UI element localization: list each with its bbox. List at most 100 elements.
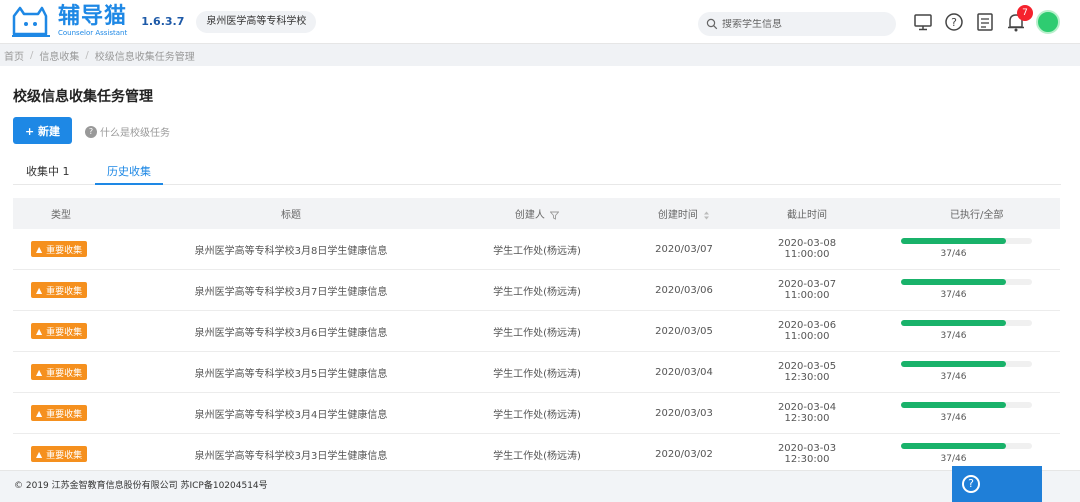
logo-title: 辅导猫 xyxy=(58,4,128,29)
table-row[interactable]: ▲ 重要收集 泉州医学高等专科学校3月7日学生健康信息 学生工作处(杨远涛) 2… xyxy=(13,270,1060,311)
task-table: 类型 标题 创建人 创建时间 截止时间 已执行/全部 ▲ 重要收集 泉州医学高等… xyxy=(13,198,1060,475)
progress-bar: 37/46 xyxy=(901,234,1032,264)
deadline-cell: 2020-03-06 11:00:00 xyxy=(777,320,837,342)
progress-track xyxy=(901,361,1032,367)
table-row[interactable]: ▲ 重要收集 泉州医学高等专科学校3月8日学生健康信息 学生工作处(杨远涛) 2… xyxy=(13,229,1060,270)
created-cell: 2020/03/05 xyxy=(655,325,713,337)
progress-text: 37/46 xyxy=(940,290,967,300)
bell-icon[interactable]: 7 xyxy=(1005,5,1033,33)
breadcrumb-info-collect[interactable]: 信息收集 xyxy=(39,48,79,63)
task-title[interactable]: 泉州医学高等专科学校3月6日学生健康信息 xyxy=(113,324,469,339)
type-cell: ▲ 重要收集 xyxy=(13,282,113,298)
progress-track xyxy=(901,402,1032,408)
type-tag-label: 重要收集 xyxy=(46,409,83,420)
type-tag-label: 重要收集 xyxy=(46,286,83,297)
breadcrumb-current: 校级信息收集任务管理 xyxy=(94,51,195,63)
progress-fill xyxy=(901,279,1006,285)
progress-text: 37/46 xyxy=(940,249,967,259)
student-search[interactable] xyxy=(698,12,896,36)
collection-tabs: 收集中 1 历史收集 xyxy=(13,156,1061,185)
help-link-text: 什么是校级任务 xyxy=(100,128,170,139)
table-row[interactable]: ▲ 重要收集 泉州医学高等专科学校3月3日学生健康信息 学生工作处(杨远涛) 2… xyxy=(13,434,1060,475)
table-row[interactable]: ▲ 重要收集 泉州医学高等专科学校3月4日学生健康信息 学生工作处(杨远涛) 2… xyxy=(13,393,1060,434)
send-icon: ▲ xyxy=(36,244,43,254)
progress-cell: 37/46 xyxy=(851,275,1060,305)
progress-bar: 37/46 xyxy=(901,357,1032,387)
progress-bar: 37/46 xyxy=(901,275,1032,305)
tab-history[interactable]: 历史收集 xyxy=(107,163,151,179)
checklist-icon[interactable] xyxy=(974,11,996,33)
type-cell: ▲ 重要收集 xyxy=(13,241,113,257)
creator-cell: 学生工作处(杨远涛) xyxy=(493,245,581,257)
progress-cell: 37/46 xyxy=(851,439,1060,469)
new-task-button[interactable]: + 新建 xyxy=(13,117,72,144)
creator-cell: 学生工作处(杨远涛) xyxy=(493,450,581,462)
created-cell: 2020/03/04 xyxy=(655,366,713,378)
task-title[interactable]: 泉州医学高等专科学校3月5日学生健康信息 xyxy=(113,365,469,380)
task-title[interactable]: 泉州医学高等专科学校3月7日学生健康信息 xyxy=(113,283,469,298)
type-cell: ▲ 重要收集 xyxy=(13,446,113,462)
logo-subtitle: Counselor Assistant xyxy=(58,29,128,37)
header-creator-label: 创建人 xyxy=(514,210,545,221)
table-row[interactable]: ▲ 重要收集 泉州医学高等专科学校3月6日学生健康信息 学生工作处(杨远涛) 2… xyxy=(13,311,1060,352)
progress-track xyxy=(901,320,1032,326)
table-row[interactable]: ▲ 重要收集 泉州医学高等专科学校3月5日学生健康信息 学生工作处(杨远涛) 2… xyxy=(13,352,1060,393)
app-logo[interactable]: 辅导猫 Counselor Assistant xyxy=(10,4,127,40)
version-label: 1.6.3.7 xyxy=(141,15,185,28)
created-cell: 2020/03/07 xyxy=(655,243,713,255)
header-deadline: 截止时间 xyxy=(787,210,827,221)
deadline-cell: 2020-03-05 12:30:00 xyxy=(777,361,837,383)
progress-cell: 37/46 xyxy=(851,357,1060,387)
creator-cell: 学生工作处(杨远涛) xyxy=(493,368,581,380)
question-icon: ? xyxy=(85,125,97,138)
progress-bar: 37/46 xyxy=(901,439,1032,469)
search-icon xyxy=(706,18,718,30)
cat-logo-icon xyxy=(12,6,50,37)
header-creator[interactable]: 创建人 xyxy=(469,206,605,221)
header-progress: 已执行/全部 xyxy=(950,210,1004,221)
progress-fill xyxy=(901,402,1006,408)
school-selector[interactable]: 泉州医学高等专科学校 xyxy=(196,10,317,33)
avatar[interactable] xyxy=(1036,10,1060,34)
progress-fill xyxy=(901,443,1006,449)
progress-text: 37/46 xyxy=(940,331,967,341)
progress-text: 37/46 xyxy=(940,372,967,382)
progress-bar: 37/46 xyxy=(901,316,1032,346)
creator-cell: 学生工作处(杨远涛) xyxy=(493,327,581,339)
progress-text: 37/46 xyxy=(940,413,967,423)
search-input[interactable] xyxy=(722,18,882,30)
task-title[interactable]: 泉州医学高等专科学校3月4日学生健康信息 xyxy=(113,406,469,421)
progress-track xyxy=(901,443,1032,449)
progress-track xyxy=(901,279,1032,285)
floating-help-button[interactable]: ? xyxy=(952,466,1042,502)
breadcrumb: 首页 / 信息收集 / 校级信息收集任务管理 xyxy=(0,44,1080,66)
important-tag: ▲ 重要收集 xyxy=(31,446,88,462)
type-tag-label: 重要收集 xyxy=(46,245,83,256)
progress-cell: 37/46 xyxy=(851,398,1060,428)
header-created[interactable]: 创建时间 xyxy=(605,206,763,221)
tab-collecting[interactable]: 收集中 1 xyxy=(26,163,70,179)
created-cell: 2020/03/06 xyxy=(655,284,713,296)
sort-icon[interactable] xyxy=(703,211,710,220)
send-icon: ▲ xyxy=(36,367,43,377)
help-icon[interactable]: ? xyxy=(943,11,965,33)
progress-cell: 37/46 xyxy=(851,316,1060,346)
header-type: 类型 xyxy=(51,210,71,221)
school-task-help-link[interactable]: ? 什么是校级任务 xyxy=(85,124,170,139)
task-title[interactable]: 泉州医学高等专科学校3月3日学生健康信息 xyxy=(113,447,469,462)
type-cell: ▲ 重要收集 xyxy=(13,405,113,421)
created-cell: 2020/03/02 xyxy=(655,448,713,460)
creator-cell: 学生工作处(杨远涛) xyxy=(493,409,581,421)
task-title[interactable]: 泉州医学高等专科学校3月8日学生健康信息 xyxy=(113,242,469,257)
send-icon: ▲ xyxy=(36,449,43,459)
breadcrumb-home[interactable]: 首页 xyxy=(4,48,24,63)
filter-icon[interactable] xyxy=(549,211,560,220)
help-circle-icon: ? xyxy=(962,475,980,493)
created-cell: 2020/03/03 xyxy=(655,407,713,419)
monitor-icon[interactable] xyxy=(912,11,934,33)
header-created-label: 创建时间 xyxy=(657,210,698,221)
important-tag: ▲ 重要收集 xyxy=(31,323,88,339)
send-icon: ▲ xyxy=(36,285,43,295)
type-cell: ▲ 重要收集 xyxy=(13,323,113,339)
send-icon: ▲ xyxy=(36,408,43,418)
